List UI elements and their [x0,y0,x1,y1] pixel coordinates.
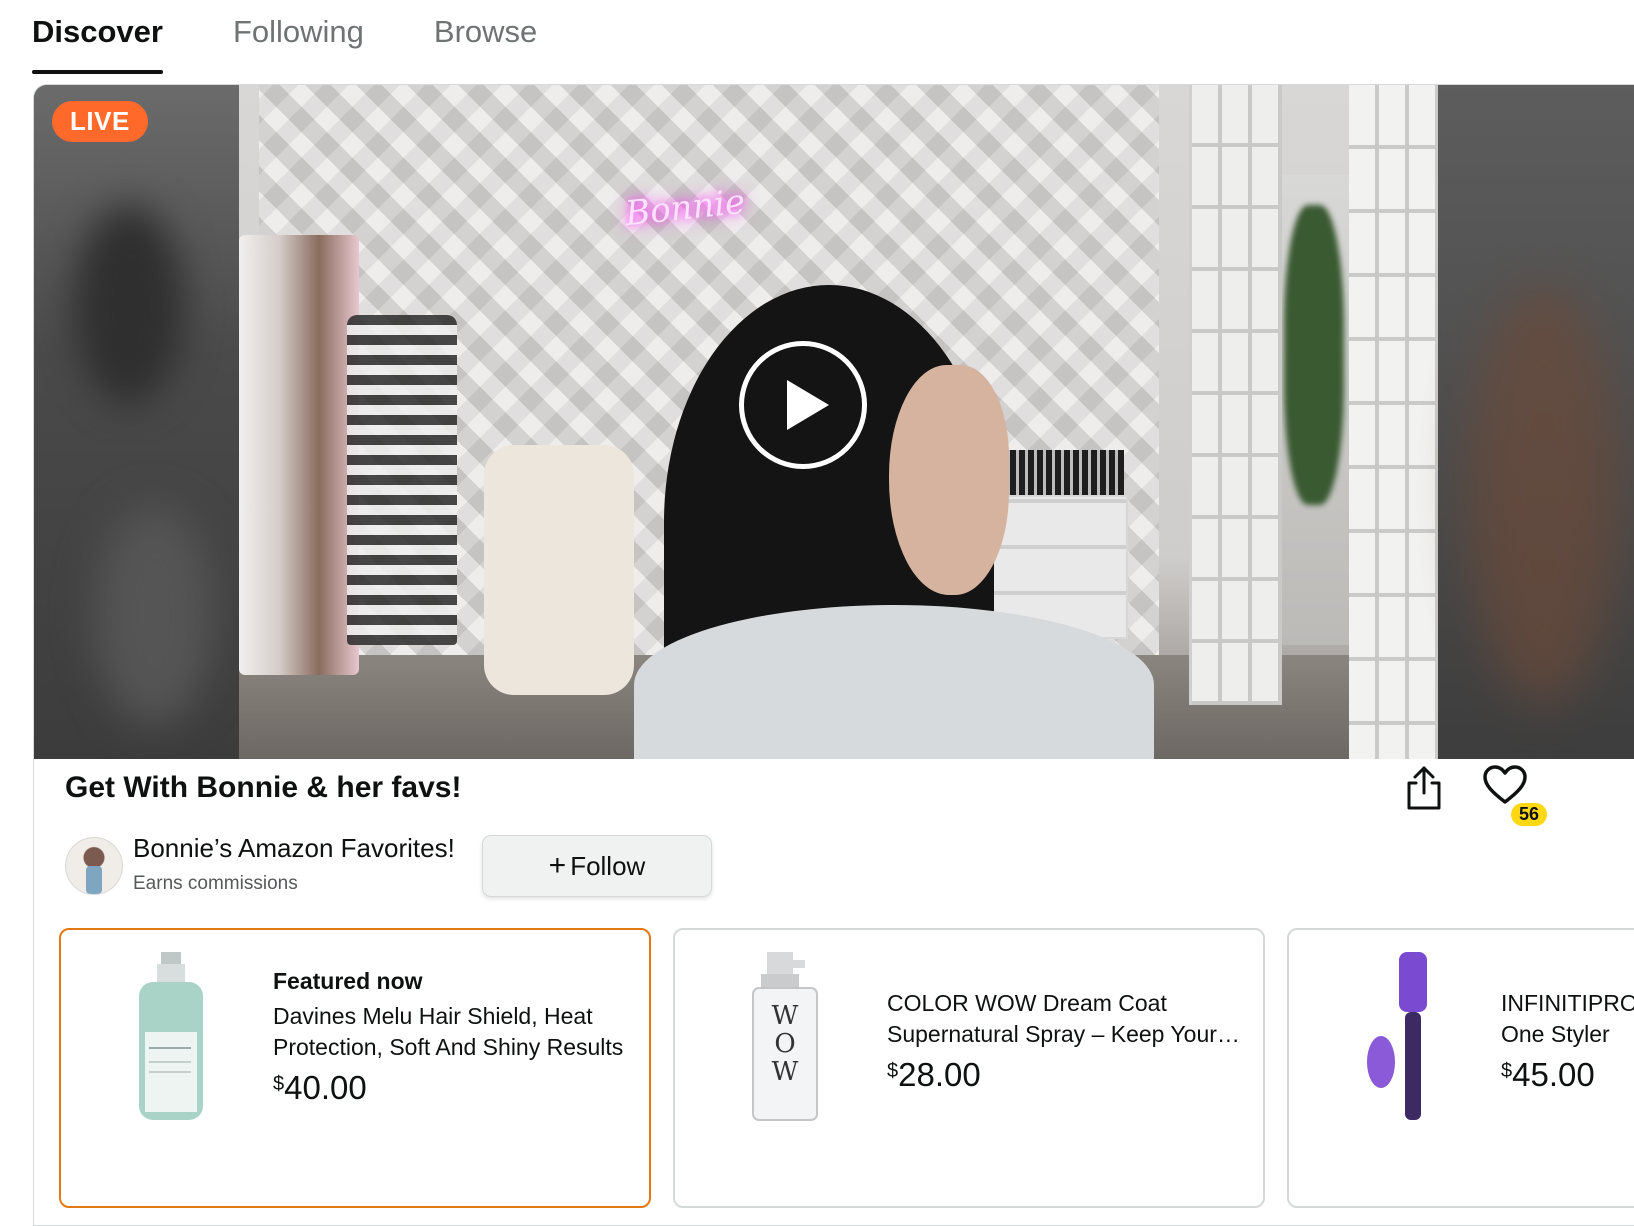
creator-name[interactable]: Bonnie’s Amazon Favorites! [133,833,455,864]
play-icon [787,380,829,430]
follow-label: Follow [570,850,646,881]
product-card[interactable]: Featured now Davines Melu Hair Shield, H… [59,928,651,1208]
tab-following[interactable]: Following [233,14,364,74]
product-carousel: Featured now Davines Melu Hair Shield, H… [59,928,1634,1225]
live-badge: LIVE [52,101,148,142]
share-button[interactable] [1404,765,1444,811]
product-name: INFINITIPRO BY CONAIR Dr. All-in-One Sty… [1501,990,1634,1047]
video-player[interactable]: Bonnie LIVE [34,85,1634,759]
streamer [634,285,1154,759]
product-card[interactable]: W O W COLOR WOW Dream Coat Supernatural … [673,928,1265,1208]
plus-icon: + [548,849,567,882]
product-image: W O W [752,952,818,1121]
avatar[interactable] [65,837,123,895]
tab-discover[interactable]: Discover [32,14,163,74]
top-tabs: Discover Following Browse [32,14,607,74]
heart-icon [1483,765,1527,804]
svg-text:O: O [774,1029,795,1059]
featured-now-label: Featured now [273,968,423,994]
product-name: Davines Melu Hair Shield, Heat Protectio… [273,1003,624,1060]
product-card[interactable]: INFINITIPRO BY CONAIR Dr. All-in-One Sty… [1287,928,1634,1208]
chair [484,445,634,695]
likes-count-badge: 56 [1511,803,1548,826]
livestream-card: Bonnie LIVE Get With Bonnie & her favs! … [33,84,1634,1226]
follow-button[interactable]: + Follow [482,835,712,897]
tab-browse[interactable]: Browse [434,14,537,74]
play-button[interactable] [739,341,867,469]
share-icon [1407,766,1441,810]
stream-title: Get With Bonnie & her favs! [65,771,462,804]
french-door-right [1349,85,1438,759]
product-image [139,952,203,1120]
video-blur-right [1438,85,1634,759]
video-blur-left [34,85,239,759]
plant [1284,205,1344,505]
clothing-rack [239,235,359,675]
earns-commissions-label: Earns commissions [133,873,298,894]
product-price: $28.00 [887,1056,981,1093]
product-name: COLOR WOW Dream Coat Supernatural Spray … [887,990,1217,1047]
product-image [1367,952,1427,1120]
mannequin [347,315,457,645]
product-price: $40.00 [273,1069,367,1106]
svg-text:W: W [772,1057,799,1087]
svg-text:W: W [772,1001,799,1031]
product-price: $45.00 [1501,1056,1595,1093]
french-door-left [1189,85,1282,705]
